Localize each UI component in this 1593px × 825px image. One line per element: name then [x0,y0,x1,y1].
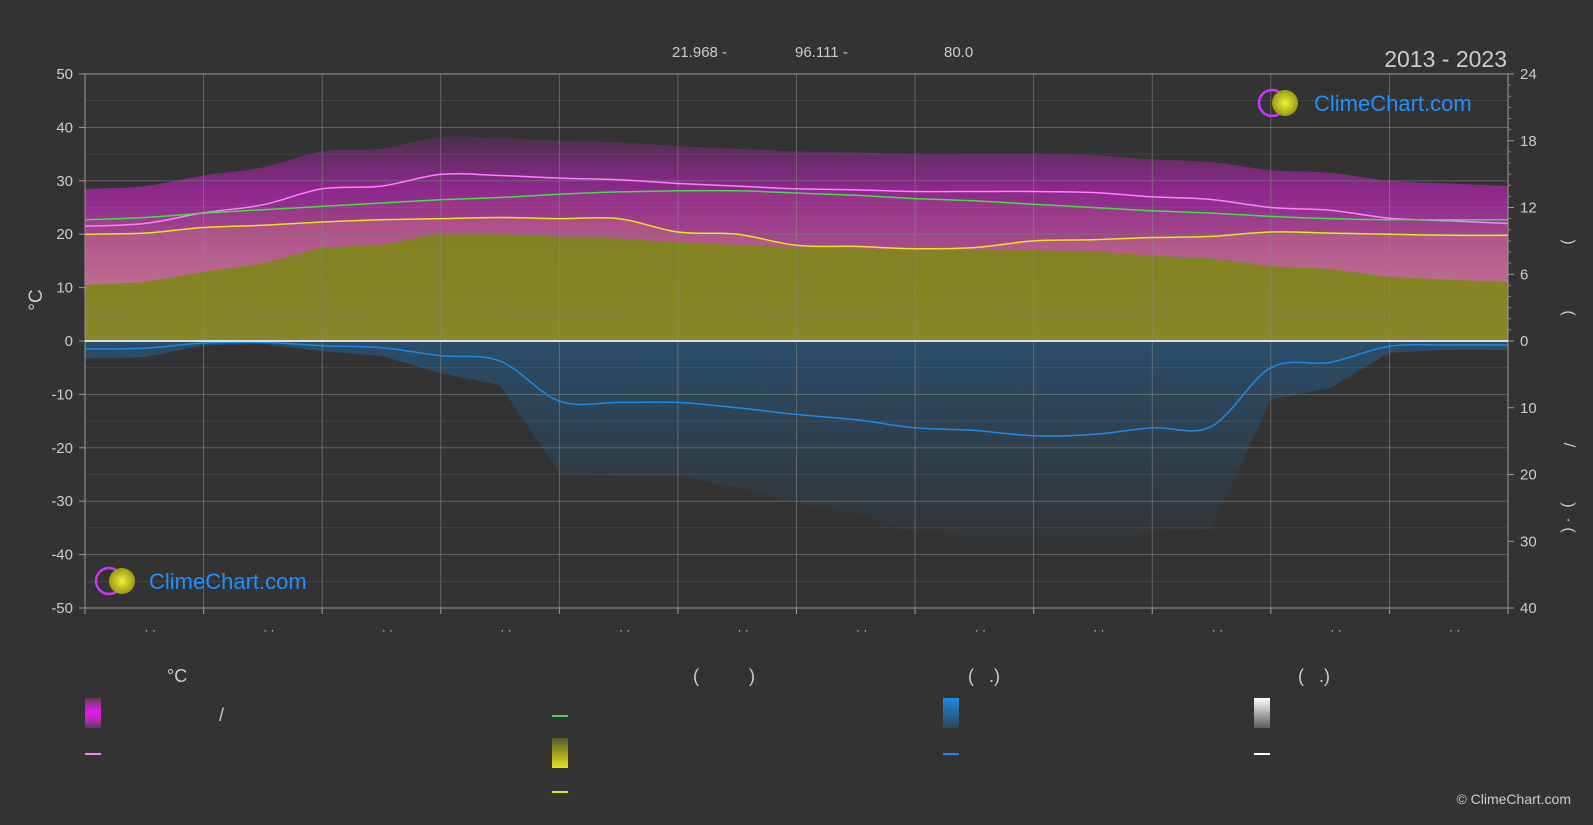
legend-snow-header: ( .) [1298,666,1330,686]
y-tick-label-right-precip: 30 [1520,533,1537,550]
y-tick-label-left: 10 [56,280,73,297]
y-tick-label-left: -30 [51,493,73,510]
right-axis-label-fragment: · [1560,517,1577,522]
x-tick-label: · · [382,623,393,637]
legend-precip-swatch [943,698,959,728]
y-tick-label-left: 50 [56,66,73,83]
y-tick-label-right-sun: 0 [1520,333,1528,350]
legend-sun-header: ( ) [693,666,755,686]
x-tick-label: · · [1212,623,1223,637]
x-tick-label: · · [1449,623,1460,637]
y-tick-label-right-sun: 6 [1520,266,1528,283]
y-tick-label-left: -10 [51,386,73,403]
y-tick-label-right-precip: 10 [1520,400,1537,417]
right-axis-label-fragment: ) [1560,239,1577,244]
legend-rain-header: ( .) [968,666,1000,686]
y-axis-label-left: °C [26,289,47,310]
legend-temp-range-separator: / [219,705,225,725]
legend-temperature-header: °C [167,666,188,686]
y-tick-label-left: -40 [51,547,73,564]
year-range: 2013 - 2023 [1384,46,1507,72]
brand-name-top: ClimeChart.com [1314,91,1472,116]
legend-snow-swatch [1254,698,1270,728]
climate-chart: 21.968 - 96.111 - 80.0 2013 - 2023 50 40 3… [26,44,1577,793]
y-tick-label-left: 30 [56,173,73,190]
y-tick-label-left: -20 [51,440,73,457]
y-tick-label-left: 20 [56,226,73,243]
x-tick-label: · · [737,623,748,637]
y-tick-label-right-precip: 20 [1520,467,1537,484]
x-tick-label: · · [856,623,867,637]
brand-logo-bottom: ClimeChart.com [94,566,307,596]
y-tick-label-right-sun: 12 [1520,200,1537,217]
y-tick-label-right-sun: 18 [1520,133,1537,150]
y-tick-label-right-sun: 24 [1520,66,1537,83]
brand-name-bottom: ClimeChart.com [149,569,307,594]
y-tick-label-left: 0 [65,333,73,350]
brand-logo-top: ClimeChart.com [1257,88,1472,118]
right-axis-label-fragment: ( [1560,310,1577,316]
elevation: 80.0 [944,44,973,61]
right-axis-label-fragment: / [1560,443,1577,448]
y-tick-label-right-precip: 40 [1520,600,1537,617]
legend-sunshine-swatch [552,738,568,768]
logo-sun-icon [109,568,135,594]
right-axis-label-fragment: ) [1560,502,1577,507]
x-tick-label: · · [500,623,511,637]
y-tick-label-left: -50 [51,600,73,617]
x-tick-label: · · [145,623,156,637]
logo-sun-icon [1272,90,1298,116]
right-axis-label-fragment: ( [1560,527,1577,533]
x-tick-label: · · [1093,623,1104,637]
x-tick-label: · · [619,623,630,637]
copyright: © ClimeChart.com [1456,791,1571,807]
coordinates-longitude: 96.111 - [795,44,848,61]
legend-temp-range-swatch [85,698,101,728]
y-tick-label-left: 40 [56,119,73,136]
x-tick-label: · · [263,623,274,637]
x-tick-label: · · [1330,623,1341,637]
x-tick-label: · · [975,623,986,637]
coordinates-latitude: 21.968 - [672,44,727,61]
